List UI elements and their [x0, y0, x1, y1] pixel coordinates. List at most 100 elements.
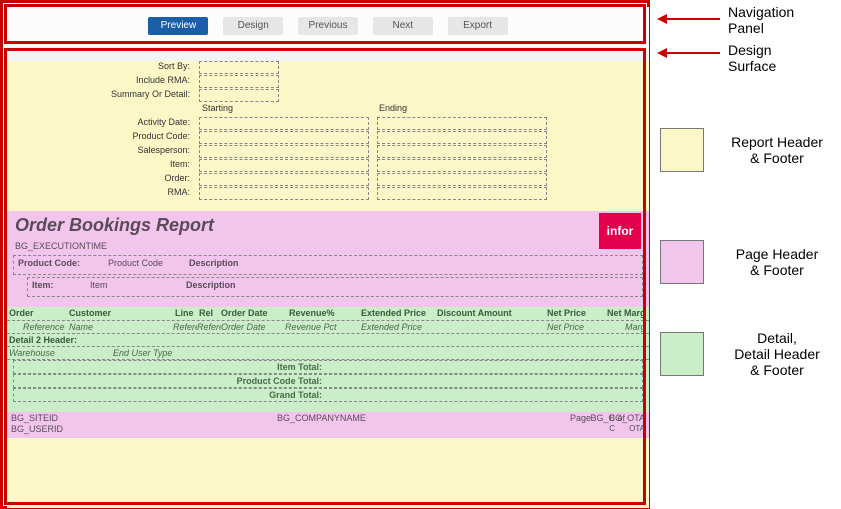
page-label: Page	[570, 413, 591, 423]
legend-report-hf: Report Header& Footer	[718, 134, 836, 166]
param-salesperson-end[interactable]	[377, 145, 547, 158]
detail2-header-label: Detail 2 Header:	[9, 335, 77, 345]
swatch-pink	[660, 240, 704, 284]
param-item-start[interactable]	[199, 159, 369, 172]
fld-marg: Marg	[625, 322, 646, 332]
param-activity-date-start[interactable]	[199, 117, 369, 130]
legend-page-hf: Page Header& Footer	[718, 246, 836, 278]
swatch-yellow	[660, 128, 704, 172]
param-item-label: Item:	[14, 159, 194, 169]
param-sort-by-label: Sort By:	[14, 61, 194, 71]
ending-column-label: Ending	[379, 103, 407, 113]
pc-value-field: Product Code	[108, 258, 163, 268]
fld-ext-price: Extended Price	[361, 322, 422, 332]
param-activity-date-end[interactable]	[377, 117, 547, 130]
group-header-product-code[interactable]: Product Code: Product Code Description	[13, 255, 643, 275]
fld-reference: Reference	[23, 322, 65, 332]
col-line: Line	[175, 308, 194, 318]
detail-column-headers: Order Customer Line Rel Order Date Reven…	[7, 307, 649, 321]
col-order: Order	[9, 308, 34, 318]
col-revenue: Revenue%	[289, 308, 335, 318]
item-value-field: Item	[90, 280, 108, 290]
legend-detail: Detail,Detail Header& Footer	[718, 330, 836, 378]
fld-revenue: Revenue Pct	[285, 322, 337, 332]
col-customer: Customer	[69, 308, 111, 318]
col-ext-price: Extended Price	[361, 308, 426, 318]
detail-data-row[interactable]: Reference Name Refere Refere Order Date …	[7, 321, 649, 334]
param-rma-label: RMA:	[14, 187, 194, 197]
fld-line: Refere	[173, 322, 197, 332]
param-product-code-label: Product Code:	[14, 131, 194, 141]
bg-companyname: BG_COMPANYNAME	[277, 413, 366, 423]
detail-region: Order Customer Line Rel Order Date Reven…	[7, 307, 649, 412]
report-header-region: Sort By: Include RMA: Summary Or Detail:…	[7, 61, 649, 211]
param-rma-end[interactable]	[377, 187, 547, 200]
pc-desc-label: Description	[189, 258, 239, 268]
legend-nav-panel: NavigationPanel	[728, 4, 794, 36]
screenshot-outer-frame: Preview Design Previous Next Export Sort…	[0, 0, 650, 509]
bg-userid: BG_USERID	[11, 424, 63, 434]
toolbar-spacer	[7, 47, 649, 61]
fld-rel: Refere	[197, 322, 221, 332]
bg-ota-trail: OTA	[629, 424, 645, 433]
param-order-label: Order:	[14, 173, 194, 183]
item-total-row[interactable]: Item Total:	[13, 360, 643, 374]
param-activity-date-label: Activity Date:	[14, 117, 194, 127]
param-sort-by-field[interactable]	[199, 61, 279, 74]
item-label: Item:	[32, 280, 54, 290]
param-include-rma-label: Include RMA:	[14, 75, 194, 85]
design-button[interactable]: Design	[223, 17, 283, 35]
item-total-label: Item Total:	[277, 362, 322, 372]
col-net-margin: Net Marg	[607, 308, 646, 318]
next-button[interactable]: Next	[373, 17, 433, 35]
infor-logo: infor	[599, 213, 641, 249]
product-code-total-row[interactable]: Product Code Total:	[13, 374, 643, 388]
fld-warehouse: Warehouse	[9, 348, 55, 358]
bg-ota: BG_OTA	[609, 413, 645, 423]
param-product-code-start[interactable]	[199, 131, 369, 144]
grand-total-row[interactable]: Grand Total:	[13, 388, 643, 402]
legend-design-surface: DesignSurface	[728, 42, 776, 74]
param-salesperson-start[interactable]	[199, 145, 369, 158]
col-order-date: Order Date	[221, 308, 268, 318]
bg-c-trail: C	[609, 424, 615, 433]
grand-total-label: Grand Total:	[269, 390, 322, 400]
item-desc-label: Description	[186, 280, 236, 290]
page-header-region: Order Bookings Report infor BG_EXECUTION…	[7, 211, 649, 307]
arrow-icon	[660, 18, 720, 20]
param-include-rma-field[interactable]	[199, 75, 279, 88]
param-salesperson-label: Salesperson:	[14, 145, 194, 155]
navigation-panel: Preview Design Previous Next Export	[7, 7, 649, 47]
design-surface[interactable]: Sort By: Include RMA: Summary Or Detail:…	[7, 61, 649, 508]
fld-name: Name	[69, 322, 93, 332]
bg-siteid: BG_SITEID	[11, 413, 58, 423]
starting-column-label: Starting	[202, 103, 233, 113]
swatch-green	[660, 332, 704, 376]
param-order-start[interactable]	[199, 173, 369, 186]
pc-label: Product Code:	[18, 258, 80, 268]
export-button[interactable]: Export	[448, 17, 508, 35]
group-header-item[interactable]: Item: Item Description	[27, 277, 643, 297]
fld-net-price: Net Price	[547, 322, 584, 332]
col-rel: Rel	[199, 308, 213, 318]
col-discount: Discount Amount	[437, 308, 512, 318]
arrow-icon	[660, 52, 720, 54]
detail2-header-row: Detail 2 Header:	[7, 334, 649, 347]
fld-end-user-type: End User Type	[113, 348, 172, 358]
report-footer-region	[7, 438, 649, 508]
report-title: Order Bookings Report	[15, 215, 214, 235]
param-summary-detail-label: Summary Or Detail:	[14, 89, 194, 99]
param-product-code-end[interactable]	[377, 131, 547, 144]
previous-button[interactable]: Previous	[298, 17, 358, 35]
param-summary-detail-field[interactable]	[199, 89, 279, 102]
param-rma-start[interactable]	[199, 187, 369, 200]
param-order-end[interactable]	[377, 173, 547, 186]
detail2-data-row[interactable]: Warehouse End User Type	[7, 347, 649, 360]
param-item-end[interactable]	[377, 159, 547, 172]
pc-total-label: Product Code Total:	[237, 376, 322, 386]
preview-button[interactable]: Preview	[148, 17, 208, 35]
execution-time-field: BG_EXECUTIONTIME	[7, 239, 649, 253]
col-net-price: Net Price	[547, 308, 586, 318]
page-footer-region: BG_SITEID BG_USERID BG_COMPANYNAME Page …	[7, 412, 649, 438]
fld-order-date: Order Date	[221, 322, 266, 332]
